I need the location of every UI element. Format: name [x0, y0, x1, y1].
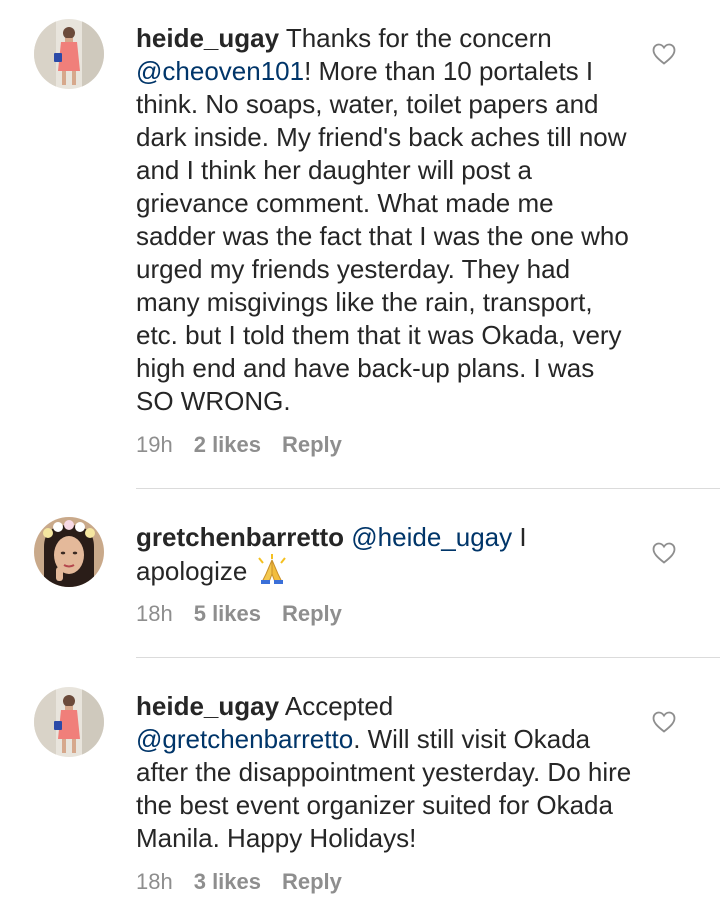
- username[interactable]: heide_ugay: [136, 691, 279, 721]
- likes-count[interactable]: 3 likes: [194, 869, 261, 895]
- divider: [136, 488, 720, 489]
- comment-meta: 19h 2 likes Reply: [136, 432, 342, 458]
- reply-button[interactable]: Reply: [282, 869, 342, 895]
- like-button[interactable]: [652, 711, 676, 733]
- mention-link[interactable]: @gretchenbarretto: [136, 724, 353, 754]
- like-button[interactable]: [652, 542, 676, 564]
- timestamp: 18h: [136, 601, 173, 626]
- avatar[interactable]: [34, 687, 104, 757]
- username[interactable]: gretchenbarretto: [136, 522, 344, 552]
- comment-text: heide_ugay Accepted @gretchenbarretto. W…: [136, 690, 636, 855]
- username[interactable]: heide_ugay: [136, 23, 279, 53]
- comment-meta: 18h 5 likes Reply: [136, 601, 342, 627]
- avatar[interactable]: [34, 19, 104, 89]
- timestamp: 18h: [136, 869, 173, 894]
- reply-button[interactable]: Reply: [282, 601, 342, 627]
- heart-outline-icon: [652, 43, 676, 65]
- avatar[interactable]: [34, 517, 104, 587]
- comment-text: heide_ugay Thanks for the concern @cheov…: [136, 22, 636, 418]
- comment-body-start: Accepted: [284, 691, 394, 721]
- timestamp: 19h: [136, 432, 173, 457]
- comment-body-start: Thanks for the concern: [285, 23, 552, 53]
- profile-photo-icon: [34, 687, 104, 757]
- folded-hands-icon: [257, 554, 286, 584]
- divider: [136, 657, 720, 658]
- profile-photo-icon: [34, 517, 104, 587]
- comment-text: gretchenbarretto @heide_ugay I apologize: [136, 521, 636, 588]
- comment-meta: 18h 3 likes Reply: [136, 869, 342, 895]
- mention-link[interactable]: @cheoven101: [136, 56, 304, 86]
- folded-hands-emoji: [255, 554, 289, 584]
- likes-count[interactable]: 5 likes: [194, 601, 261, 627]
- heart-outline-icon: [652, 542, 676, 564]
- likes-count[interactable]: 2 likes: [194, 432, 261, 458]
- profile-photo-icon: [34, 19, 104, 89]
- heart-outline-icon: [652, 711, 676, 733]
- comment-body: ! More than 10 portalets I think. No soa…: [136, 56, 629, 416]
- reply-button[interactable]: Reply: [282, 432, 342, 458]
- like-button[interactable]: [652, 43, 676, 65]
- mention-link[interactable]: @heide_ugay: [351, 522, 512, 552]
